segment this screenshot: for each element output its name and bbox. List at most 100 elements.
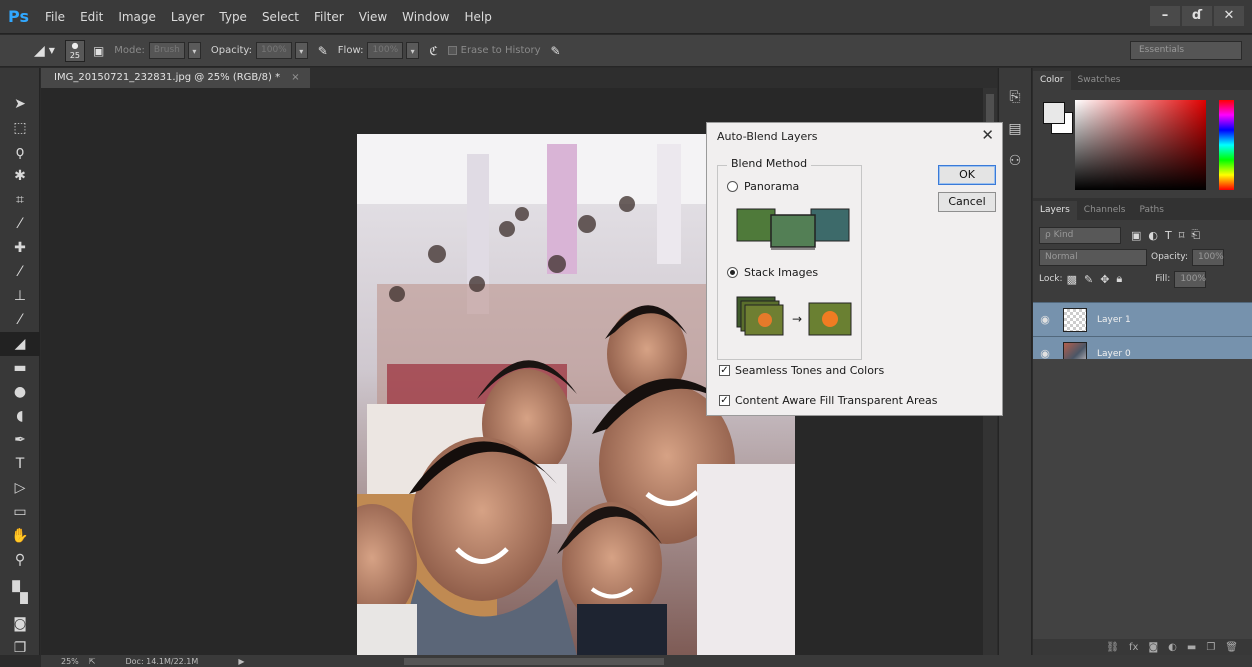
filter-shape-icon[interactable]: ⌑: [1179, 229, 1185, 242]
filter-type-icon[interactable]: T: [1165, 229, 1172, 242]
delete-layer-icon[interactable]: 🗑︎: [1225, 642, 1238, 653]
export-icon[interactable]: ⇱: [89, 657, 96, 666]
eyedropper-tool-icon[interactable]: ⁄: [0, 212, 40, 236]
airbrush-icon[interactable]: ℭ: [429, 44, 437, 58]
layer-filter-kind[interactable]: ρ Kind: [1039, 226, 1121, 244]
brush-panel-toggle-icon[interactable]: ▣: [93, 44, 104, 58]
hand-tool-icon[interactable]: ✋: [0, 524, 40, 548]
new-layer-icon[interactable]: ❐: [1206, 642, 1215, 653]
history-panel-icon[interactable]: ⎘: [1002, 84, 1028, 110]
properties-panel-icon[interactable]: ▤: [1002, 116, 1028, 142]
panorama-radio[interactable]: [727, 181, 738, 192]
blend-mode-select[interactable]: Normal: [1039, 248, 1147, 266]
pressure-size-icon[interactable]: ✎: [551, 44, 561, 58]
libraries-panel-icon[interactable]: ⚇: [1002, 148, 1028, 174]
stack-images-radio[interactable]: [727, 267, 738, 278]
flow-input[interactable]: 100%: [367, 42, 404, 59]
tab-color[interactable]: Color: [1033, 71, 1071, 90]
color-picker-field[interactable]: [1075, 100, 1206, 190]
layer-row-layer-1[interactable]: ◉ Layer 1: [1033, 302, 1252, 336]
filter-pixel-icon[interactable]: ▣: [1131, 229, 1141, 242]
document-tab-close-icon[interactable]: ×: [291, 72, 299, 83]
lock-all-icon[interactable]: 🔒︎: [1116, 272, 1122, 286]
mode-dropdown-arrow-icon[interactable]: ▾: [187, 42, 201, 59]
lock-position-icon[interactable]: ✥: [1100, 273, 1109, 286]
quick-selection-tool-icon[interactable]: ✱: [0, 164, 40, 188]
dialog-close-icon[interactable]: ✕: [981, 126, 994, 144]
menu-type[interactable]: Type: [219, 10, 247, 24]
lasso-tool-icon[interactable]: ϙ: [0, 140, 40, 164]
history-brush-tool-icon[interactable]: ⁄: [0, 308, 40, 332]
tool-preset-dropdown-icon[interactable]: ▼: [49, 46, 55, 55]
clone-stamp-tool-icon[interactable]: ⊥: [0, 284, 40, 308]
restore-button[interactable]: ɗ: [1182, 6, 1212, 26]
lock-transparent-icon[interactable]: ▩: [1067, 273, 1077, 286]
zoom-level[interactable]: 25%: [61, 657, 79, 666]
color-swatches-icon[interactable]: ▚: [0, 572, 40, 612]
tab-paths[interactable]: Paths: [1132, 201, 1170, 220]
gradient-tool-icon[interactable]: ▬: [0, 356, 40, 380]
crop-tool-icon[interactable]: ⌗: [0, 188, 40, 212]
opacity-dropdown-arrow-icon[interactable]: ▾: [294, 42, 308, 59]
new-group-icon[interactable]: ▬: [1187, 642, 1196, 653]
close-window-button[interactable]: ✕: [1214, 6, 1244, 26]
erase-to-history-checkbox[interactable]: [447, 46, 457, 55]
layer-opacity-input[interactable]: 100%: [1192, 248, 1224, 266]
mode-select[interactable]: Brush: [148, 42, 185, 59]
marquee-tool-icon[interactable]: ⬚: [0, 116, 40, 140]
stack-images-option[interactable]: Stack Images: [727, 266, 818, 279]
screen-mode-icon[interactable]: ❐: [0, 636, 40, 660]
document-info[interactable]: Doc: 14.1M/22.1M: [125, 657, 198, 666]
lock-image-icon[interactable]: ✎: [1084, 273, 1093, 286]
seamless-tones-checkbox[interactable]: ✓: [719, 365, 730, 376]
healing-brush-tool-icon[interactable]: ✚: [0, 236, 40, 260]
link-layers-icon[interactable]: ⛓: [1106, 642, 1119, 653]
filter-adjustment-icon[interactable]: ◐: [1148, 229, 1158, 242]
quick-mask-icon[interactable]: ◙: [0, 612, 40, 636]
flow-dropdown-arrow-icon[interactable]: ▾: [406, 42, 420, 59]
adjustment-layer-icon[interactable]: ◐: [1168, 642, 1177, 653]
opacity-input[interactable]: 100%: [256, 42, 292, 59]
visibility-eye-icon[interactable]: ◉: [1033, 313, 1057, 326]
menu-help[interactable]: Help: [465, 10, 492, 24]
tab-swatches[interactable]: Swatches: [1071, 71, 1128, 90]
menu-view[interactable]: View: [359, 10, 387, 24]
blur-tool-icon[interactable]: ●: [0, 380, 40, 404]
hue-slider[interactable]: [1219, 100, 1234, 190]
filter-smart-object-icon[interactable]: ⎗: [1191, 228, 1200, 242]
fill-input[interactable]: 100%: [1174, 270, 1207, 288]
add-mask-icon[interactable]: ◙: [1148, 642, 1158, 653]
cancel-button[interactable]: Cancel: [938, 192, 996, 212]
ok-button[interactable]: OK: [938, 165, 996, 185]
menu-file[interactable]: File: [45, 10, 65, 24]
seamless-tones-option[interactable]: ✓ Seamless Tones and Colors: [719, 364, 884, 377]
content-aware-fill-checkbox[interactable]: ✓: [719, 395, 730, 406]
document-tab[interactable]: IMG_20150721_232831.jpg @ 25% (RGB/8) * …: [41, 68, 310, 88]
path-selection-tool-icon[interactable]: ▷: [0, 476, 40, 500]
horizontal-scrollbar-thumb[interactable]: [404, 657, 665, 665]
workspace-select[interactable]: Essentials: [1130, 41, 1242, 60]
dodge-tool-icon[interactable]: ◖: [0, 404, 40, 428]
menu-layer[interactable]: Layer: [171, 10, 204, 24]
brush-preset-picker[interactable]: ● 25: [64, 39, 85, 62]
pen-tool-icon[interactable]: ✒: [0, 428, 40, 452]
type-tool-icon[interactable]: T: [0, 452, 40, 476]
tab-channels[interactable]: Channels: [1077, 201, 1133, 220]
minimize-button[interactable]: –: [1150, 6, 1180, 26]
menu-edit[interactable]: Edit: [80, 10, 103, 24]
panorama-option[interactable]: Panorama: [727, 180, 799, 193]
menu-image[interactable]: Image: [118, 10, 156, 24]
eraser-tool-selected-icon[interactable]: ◢: [0, 332, 40, 356]
content-aware-fill-option[interactable]: ✓ Content Aware Fill Transparent Areas: [719, 394, 937, 407]
brush-tool-icon[interactable]: ⁄: [0, 260, 40, 284]
layer-style-icon[interactable]: fx: [1129, 642, 1138, 653]
pressure-opacity-icon[interactable]: ✎: [318, 44, 328, 58]
eraser-tool-icon[interactable]: ◢: [34, 43, 45, 59]
shape-tool-icon[interactable]: ▭: [0, 500, 40, 524]
move-tool-icon[interactable]: ➤: [0, 92, 40, 116]
zoom-tool-icon[interactable]: ⚲: [0, 548, 40, 572]
menu-filter[interactable]: Filter: [314, 10, 344, 24]
tab-layers[interactable]: Layers: [1033, 201, 1077, 220]
menu-select[interactable]: Select: [262, 10, 299, 24]
status-menu-arrow-icon[interactable]: ▶: [238, 657, 244, 666]
